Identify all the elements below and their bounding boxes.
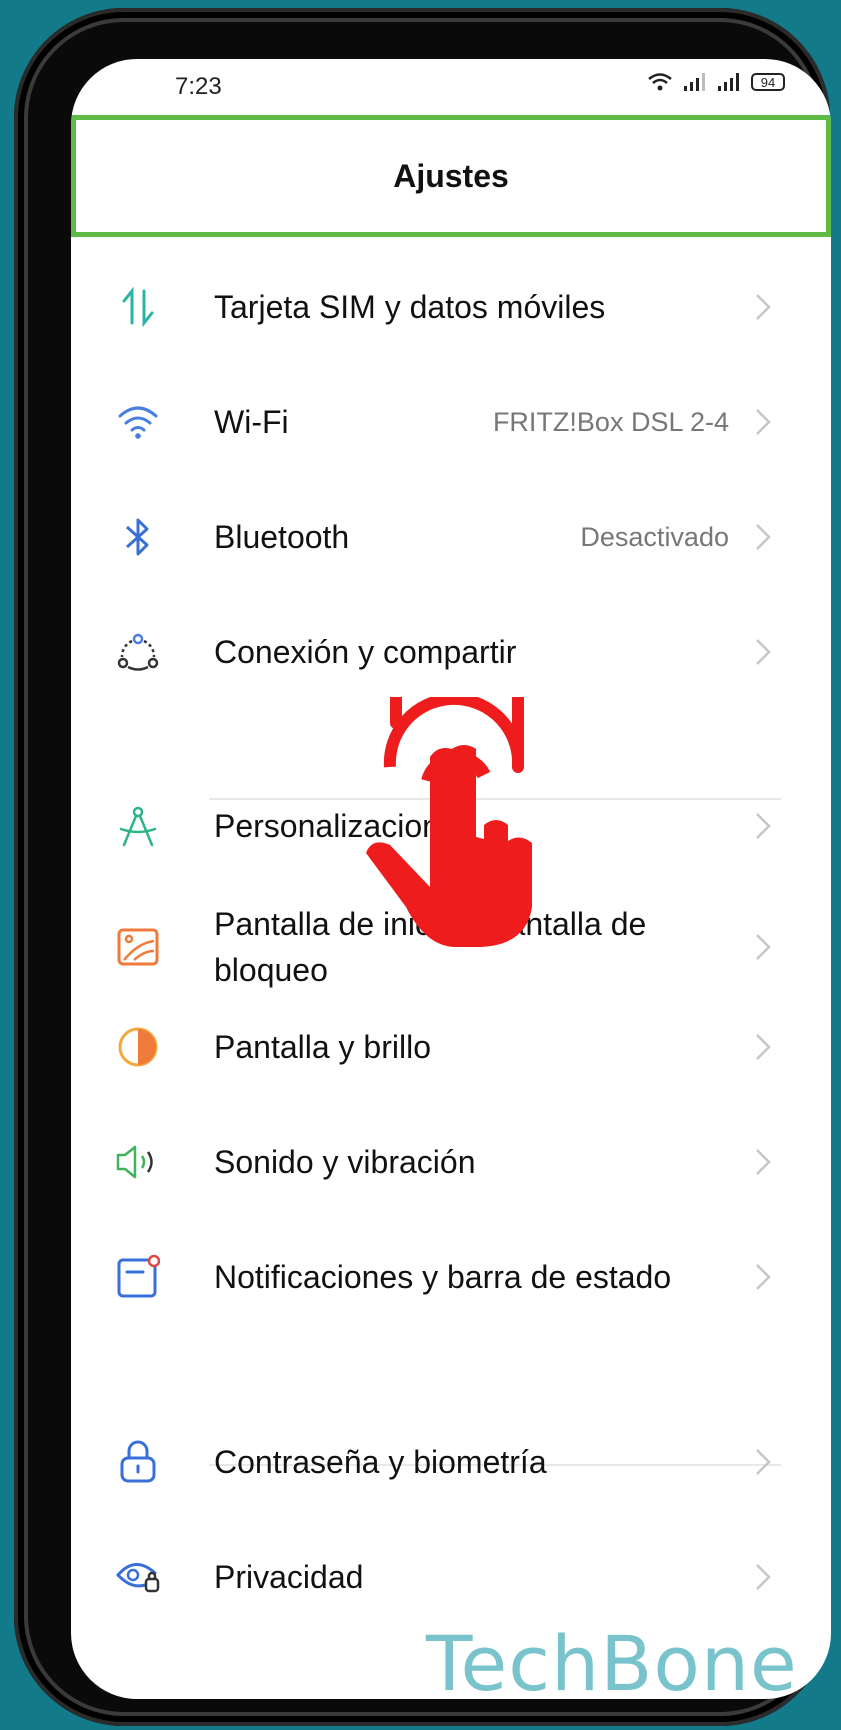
- settings-item-label: Notificaciones y barra de estado: [214, 1259, 672, 1295]
- signal-icon-2: [718, 73, 739, 91]
- connection-share-icon: [115, 629, 161, 675]
- bluetooth-icon: [115, 514, 161, 560]
- settings-item-label: Contraseña y biometría: [214, 1444, 547, 1480]
- chevron-right-icon: [756, 1149, 771, 1175]
- wifi-status-icon: [648, 73, 672, 91]
- privacy-icon: [115, 1554, 161, 1600]
- page-header: Ajustes: [71, 115, 831, 237]
- settings-item-label: Tarjeta SIM y datos móviles: [214, 289, 606, 325]
- data-arrows-icon: [115, 284, 161, 330]
- page-title: Ajustes: [393, 157, 509, 194]
- settings-item-bluetooth[interactable]: Bluetooth Desactivado: [71, 487, 831, 587]
- settings-item-connection[interactable]: Conexión y compartir: [71, 602, 831, 702]
- settings-item-notifications[interactable]: Notificaciones y barra de estado: [71, 1227, 831, 1327]
- signal-icon: [684, 73, 705, 91]
- chevron-right-icon: [756, 409, 771, 435]
- chevron-right-icon: [756, 524, 771, 550]
- settings-item-value: FRITZ!Box DSL 2-4: [492, 406, 729, 437]
- chevron-right-icon: [756, 1449, 771, 1475]
- settings-item-sim[interactable]: Tarjeta SIM y datos móviles: [71, 257, 831, 357]
- lock-icon: [115, 1439, 161, 1485]
- chevron-right-icon: [756, 1034, 771, 1060]
- watermark: TechBone: [426, 1619, 798, 1699]
- settings-item-label: Conexión y compartir: [214, 634, 517, 670]
- chevron-right-icon: [756, 1564, 771, 1590]
- brightness-icon: [115, 1024, 161, 1070]
- settings-item-privacy[interactable]: Privacidad: [71, 1527, 831, 1627]
- status-bar: 7:23 94: [71, 59, 831, 109]
- chevron-right-icon: [756, 1264, 771, 1290]
- chevron-right-icon: [756, 639, 771, 665]
- personalization-icon: [115, 803, 161, 849]
- settings-item-value: Desactivado: [580, 521, 729, 552]
- settings-item-label: Privacidad: [214, 1559, 364, 1595]
- tap-hand-icon: [366, 697, 532, 947]
- notifications-icon: [115, 1254, 161, 1300]
- status-icons: 94: [647, 72, 785, 92]
- status-time: 7:23: [175, 73, 222, 100]
- battery-level: 94: [760, 74, 776, 90]
- settings-item-label: Bluetooth: [214, 519, 350, 555]
- phone-frame: 7:23 94 Ajustes Tarjeta SIM y datos móvi…: [14, 8, 831, 1726]
- settings-item-label: Sonido y vibración: [214, 1144, 476, 1180]
- sound-icon: [115, 1139, 161, 1185]
- settings-item-label: Wi-Fi: [214, 404, 289, 440]
- battery-icon: 94: [751, 73, 785, 91]
- wallpaper-icon: [115, 924, 161, 970]
- chevron-right-icon: [756, 934, 771, 960]
- wifi-icon: [115, 399, 161, 445]
- chevron-right-icon: [756, 294, 771, 320]
- settings-item-brightness[interactable]: Pantalla y brillo: [71, 997, 831, 1097]
- settings-item-password[interactable]: Contraseña y biometría: [71, 1412, 831, 1512]
- screen: 7:23 94 Ajustes Tarjeta SIM y datos móvi…: [71, 59, 831, 1699]
- settings-item-label: Pantalla y brillo: [214, 1029, 431, 1065]
- settings-item-wifi[interactable]: Wi-Fi FRITZ!Box DSL 2-4: [71, 372, 831, 472]
- settings-item-sound[interactable]: Sonido y vibración: [71, 1112, 831, 1212]
- chevron-right-icon: [756, 813, 771, 839]
